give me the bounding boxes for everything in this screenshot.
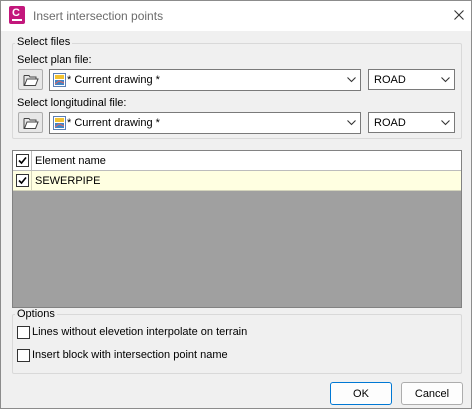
drawing-file-icon [53, 116, 66, 130]
select-all-checkbox[interactable] [16, 154, 29, 167]
dialog-window: C Insert intersection points Select file… [0, 0, 472, 409]
element-name-cell: SEWERPIPE [35, 175, 101, 187]
plan-file-label: Select plan file: [17, 54, 92, 66]
interpolate-terrain-checkbox[interactable] [17, 326, 30, 339]
longitudinal-type-value: ROAD [374, 116, 406, 129]
chevron-down-icon [441, 76, 450, 82]
plan-file-select[interactable]: * Current drawing * [49, 69, 361, 91]
options-group [12, 314, 462, 374]
insert-block-label[interactable]: Insert block with intersection point nam… [32, 349, 228, 361]
checkmark-icon [18, 156, 27, 165]
element-grid[interactable]: Element name SEWERPIPE [12, 150, 462, 308]
chevron-down-icon [441, 119, 450, 125]
checkmark-icon [18, 176, 27, 185]
folder-open-icon [23, 118, 39, 129]
window-title: Insert intersection points [33, 9, 164, 23]
browse-plan-button[interactable] [18, 69, 43, 90]
table-row[interactable]: SEWERPIPE [13, 171, 461, 191]
browse-longitudinal-button[interactable] [18, 112, 43, 133]
plan-type-value: ROAD [374, 73, 406, 86]
longitudinal-type-select[interactable]: ROAD [368, 112, 455, 133]
close-button[interactable] [447, 4, 471, 26]
chevron-down-icon [347, 77, 356, 83]
plan-type-select[interactable]: ROAD [368, 69, 455, 90]
longitudinal-file-value: * Current drawing * [67, 117, 160, 129]
element-name-header[interactable]: Element name [35, 155, 106, 167]
plan-file-value: * Current drawing * [67, 74, 160, 86]
cancel-button[interactable]: Cancel [401, 382, 463, 405]
row-checkbox[interactable] [16, 174, 29, 187]
folder-open-icon [23, 75, 39, 86]
select-files-label: Select files [15, 36, 73, 48]
close-icon [454, 10, 464, 20]
title-bar: C Insert intersection points [1, 1, 471, 31]
interpolate-terrain-label[interactable]: Lines without elevetion interpolate on t… [32, 326, 247, 338]
insert-block-checkbox[interactable] [17, 349, 30, 362]
app-icon: C [9, 6, 25, 24]
chevron-down-icon [347, 120, 356, 126]
drawing-file-icon [53, 73, 66, 87]
grid-header: Element name [13, 151, 461, 171]
longitudinal-file-label: Select longitudinal file: [17, 97, 127, 109]
options-label: Options [15, 308, 57, 320]
longitudinal-file-select[interactable]: * Current drawing * [49, 112, 361, 134]
ok-button[interactable]: OK [330, 382, 392, 405]
